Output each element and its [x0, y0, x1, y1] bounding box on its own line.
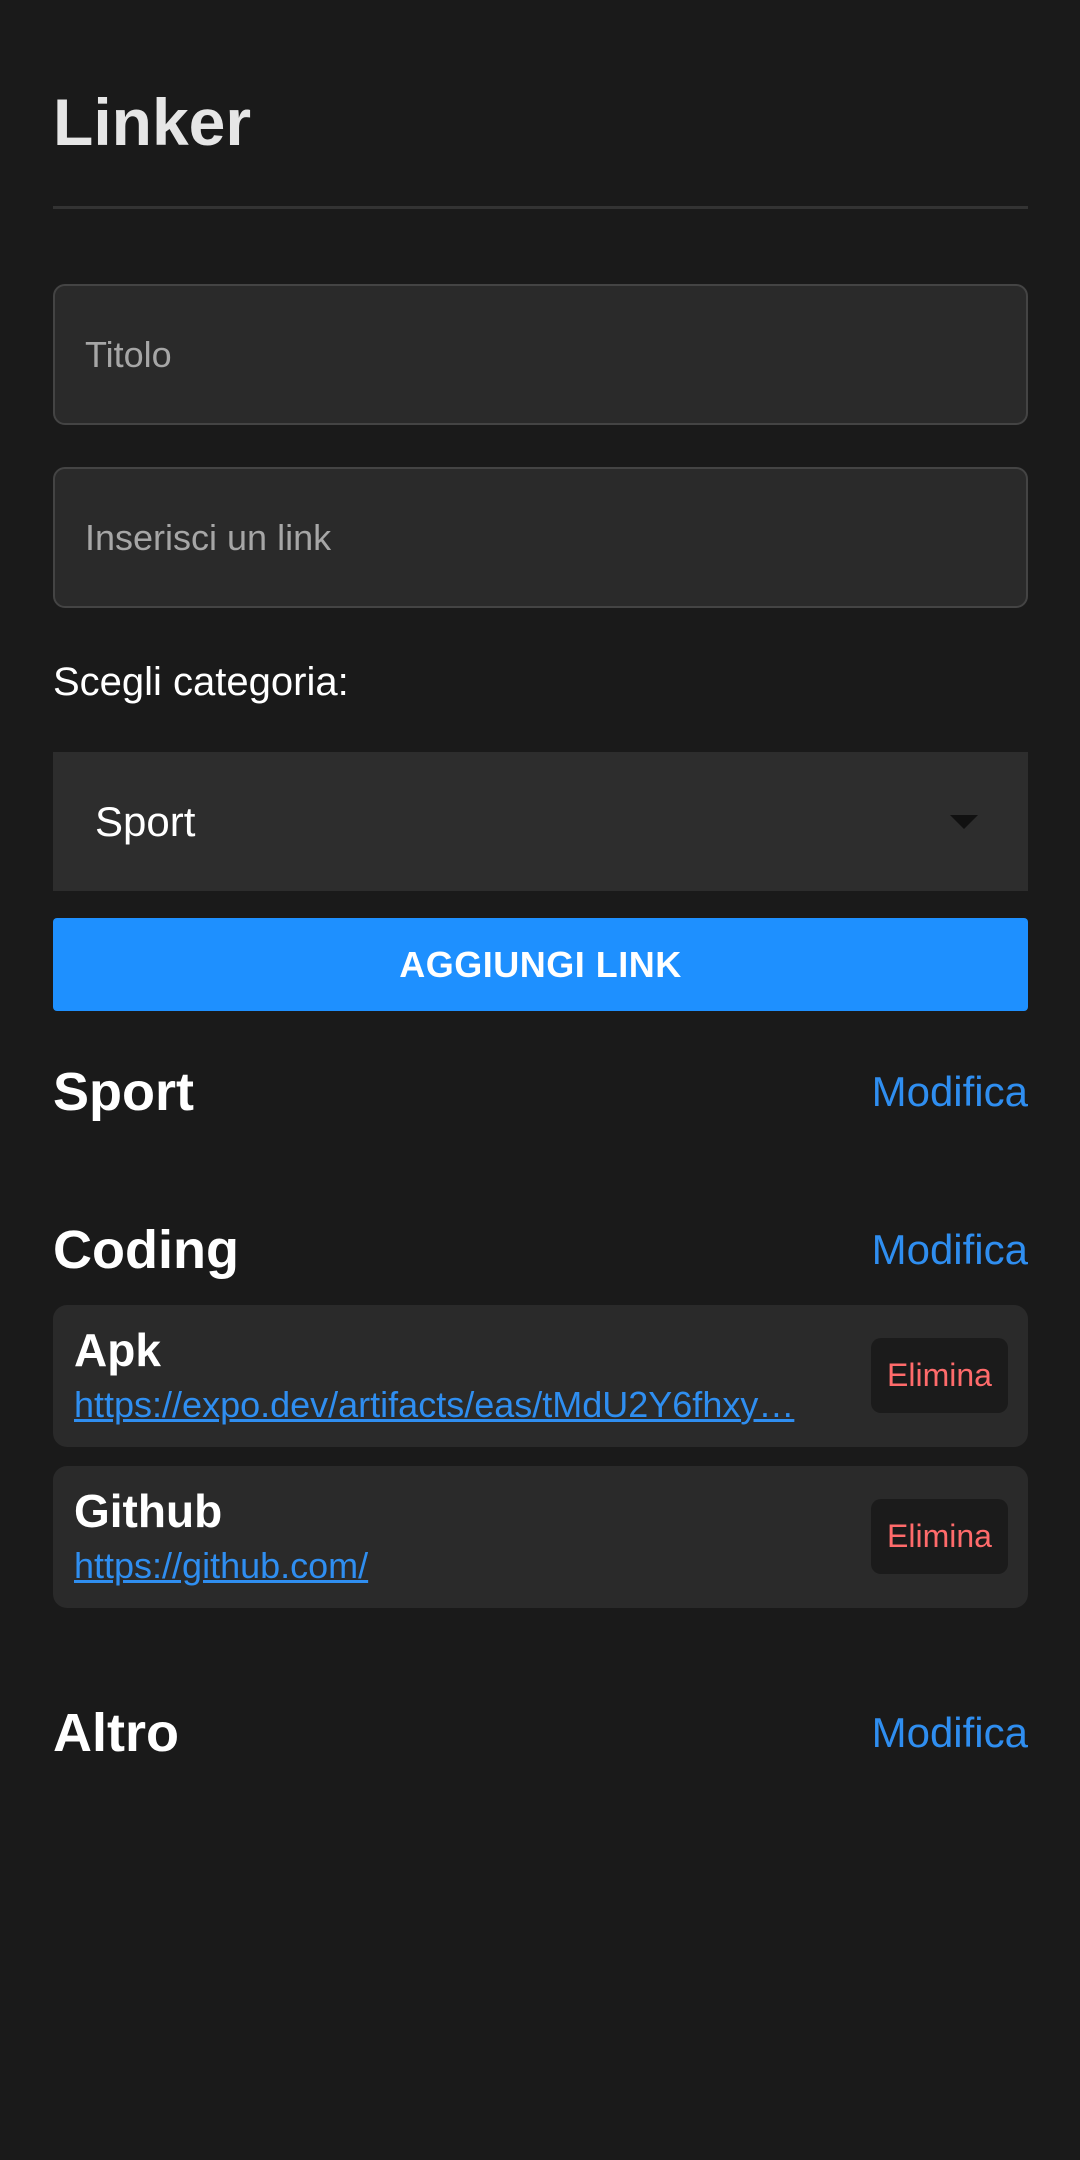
link-url[interactable]: https://github.com/: [74, 1545, 834, 1587]
link-card: Apk https://expo.dev/artifacts/eas/tMdU2…: [53, 1305, 1028, 1447]
caret-down-icon: [950, 814, 978, 829]
category-select[interactable]: Sport: [53, 752, 1028, 891]
edit-category-button[interactable]: Modifica: [872, 1709, 1028, 1757]
delete-link-button[interactable]: Elimina: [871, 1499, 1008, 1574]
category-header-sport: Sport Modifica: [53, 1057, 1028, 1127]
category-header-coding: Coding Modifica: [53, 1215, 1028, 1285]
category-label: Scegli categoria:: [53, 660, 349, 704]
category-title: Sport: [53, 1062, 194, 1122]
delete-link-button[interactable]: Elimina: [871, 1338, 1008, 1413]
edit-category-button[interactable]: Modifica: [872, 1068, 1028, 1116]
link-input[interactable]: [53, 467, 1028, 608]
header-divider: [53, 206, 1028, 209]
category-title: Altro: [53, 1703, 179, 1763]
link-title: Apk: [74, 1324, 161, 1376]
category-header-altro: Altro Modifica: [53, 1698, 1028, 1768]
title-input[interactable]: [53, 284, 1028, 425]
add-link-button[interactable]: AGGIUNGI LINK: [53, 918, 1028, 1011]
link-title: Github: [74, 1485, 223, 1537]
edit-category-button[interactable]: Modifica: [872, 1226, 1028, 1274]
category-select-value: Sport: [95, 797, 196, 845]
link-card: Github https://github.com/ Elimina: [53, 1466, 1028, 1608]
link-url[interactable]: https://expo.dev/artifacts/eas/tMdU2Y6fh…: [74, 1384, 834, 1426]
app-title: Linker: [53, 85, 252, 159]
app-screen: Linker Scegli categoria: Sport AGGIUNGI …: [0, 0, 1080, 2160]
category-title: Coding: [53, 1220, 239, 1280]
